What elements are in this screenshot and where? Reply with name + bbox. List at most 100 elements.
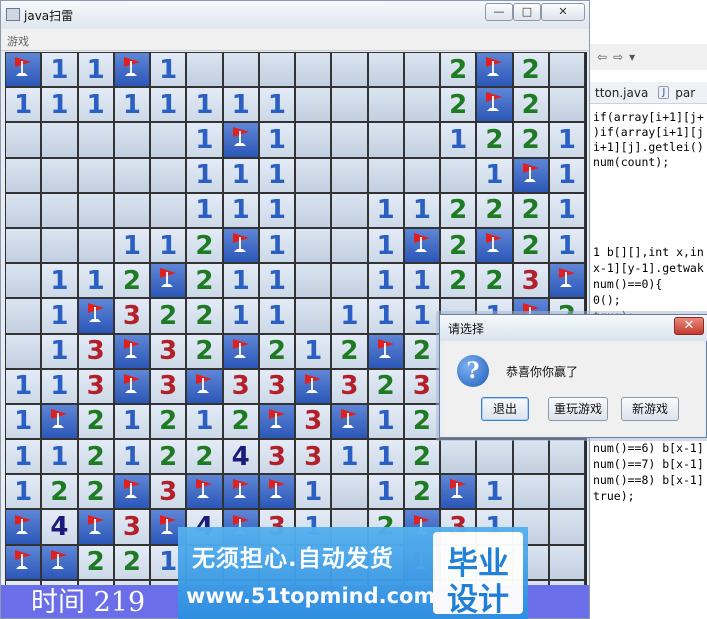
cell-flagged[interactable] — [186, 474, 223, 510]
cell-flagged[interactable] — [331, 403, 368, 440]
cell-number[interactable]: 3 — [258, 439, 295, 475]
cell-empty[interactable] — [548, 52, 585, 88]
cell-empty[interactable] — [77, 227, 114, 264]
cell-number[interactable]: 2 — [77, 544, 114, 580]
cell-number[interactable]: 1 — [548, 227, 585, 264]
cell-number[interactable]: 1 — [41, 298, 78, 334]
cell-number[interactable]: 1 — [222, 87, 259, 123]
cell-number[interactable]: 2 — [186, 263, 223, 299]
cell-empty[interactable] — [5, 227, 42, 264]
cell-number[interactable]: 1 — [5, 403, 42, 440]
cell-number[interactable]: 3 — [113, 298, 150, 334]
cell-empty[interactable] — [150, 122, 187, 158]
cell-number[interactable]: 1 — [41, 439, 78, 475]
cell-flagged[interactable] — [5, 509, 42, 545]
cell-number[interactable]: 1 — [548, 157, 585, 193]
cell-empty[interactable] — [367, 87, 404, 123]
cell-empty[interactable] — [512, 439, 549, 475]
cell-empty[interactable] — [5, 192, 42, 228]
cell-number[interactable]: 2 — [512, 87, 549, 123]
cell-empty[interactable] — [150, 192, 187, 228]
cell-number[interactable]: 3 — [150, 474, 187, 510]
cell-empty[interactable] — [331, 474, 368, 510]
cell-empty[interactable] — [476, 439, 513, 475]
cell-empty[interactable] — [331, 192, 368, 228]
cell-number[interactable]: 2 — [113, 263, 150, 299]
cell-empty[interactable] — [548, 509, 585, 545]
cell-number[interactable]: 1 — [548, 192, 585, 228]
cell-number[interactable]: 1 — [150, 52, 187, 88]
cell-empty[interactable] — [41, 227, 78, 264]
cell-flagged[interactable] — [41, 544, 78, 580]
cell-number[interactable]: 1 — [367, 403, 404, 440]
cell-number[interactable]: 1 — [41, 263, 78, 299]
cell-number[interactable]: 3 — [295, 439, 332, 475]
cell-number[interactable]: 2 — [331, 333, 368, 369]
cell-number[interactable]: 1 — [5, 474, 42, 510]
cell-flagged[interactable] — [41, 403, 78, 440]
cell-number[interactable]: 2 — [222, 403, 259, 440]
cell-number[interactable]: 3 — [295, 403, 332, 440]
cell-number[interactable]: 2 — [41, 474, 78, 510]
cell-number[interactable]: 1 — [258, 192, 295, 228]
cell-number[interactable]: 3 — [403, 368, 440, 404]
cell-flagged[interactable] — [150, 263, 187, 299]
cell-empty[interactable] — [367, 157, 404, 193]
cell-number[interactable]: 2 — [512, 122, 549, 158]
cell-empty[interactable] — [548, 474, 585, 510]
cell-number[interactable]: 3 — [258, 368, 295, 404]
cell-empty[interactable] — [113, 192, 150, 228]
cell-number[interactable]: 3 — [150, 333, 187, 369]
cell-empty[interactable] — [186, 52, 223, 88]
cell-number[interactable]: 2 — [113, 544, 150, 580]
cell-empty[interactable] — [41, 157, 78, 193]
cell-empty[interactable] — [403, 157, 440, 193]
cell-number[interactable]: 1 — [258, 87, 295, 123]
cell-number[interactable]: 2 — [440, 192, 477, 228]
cell-number[interactable]: 1 — [222, 157, 259, 193]
cell-flagged[interactable] — [113, 52, 150, 88]
cell-number[interactable]: 1 — [186, 157, 223, 193]
cell-number[interactable]: 1 — [367, 192, 404, 228]
cell-number[interactable]: 2 — [512, 227, 549, 264]
dialog-close-button[interactable]: ✕ — [674, 317, 704, 335]
cell-number[interactable]: 1 — [222, 263, 259, 299]
cell-flagged[interactable] — [113, 474, 150, 510]
cell-number[interactable]: 2 — [440, 227, 477, 264]
cell-empty[interactable] — [222, 52, 259, 88]
cell-number[interactable]: 1 — [77, 263, 114, 299]
cell-empty[interactable] — [331, 157, 368, 193]
cell-empty[interactable] — [295, 263, 332, 299]
cell-empty[interactable] — [331, 263, 368, 299]
cell-number[interactable]: 1 — [258, 298, 295, 334]
cell-empty[interactable] — [440, 439, 477, 475]
cell-number[interactable]: 3 — [77, 368, 114, 404]
cell-empty[interactable] — [295, 227, 332, 264]
cell-number[interactable]: 2 — [258, 333, 295, 369]
cell-empty[interactable] — [331, 227, 368, 264]
cell-number[interactable]: 1 — [258, 122, 295, 158]
cell-number[interactable]: 1 — [41, 52, 78, 88]
cell-flagged[interactable] — [5, 544, 42, 580]
cell-number[interactable]: 3 — [113, 509, 150, 545]
cell-number[interactable]: 2 — [476, 122, 513, 158]
cell-empty[interactable] — [41, 122, 78, 158]
cell-flagged[interactable] — [367, 333, 404, 369]
cell-number[interactable]: 1 — [403, 192, 440, 228]
ide-tab-button-java[interactable]: tton.java — [589, 86, 654, 100]
cell-number[interactable]: 1 — [367, 439, 404, 475]
cell-flagged[interactable] — [222, 474, 259, 510]
dropdown-icon[interactable]: ▾ — [629, 50, 635, 64]
cell-number[interactable]: 1 — [367, 298, 404, 334]
cell-number[interactable]: 1 — [295, 333, 332, 369]
cell-number[interactable]: 2 — [77, 439, 114, 475]
cell-flagged[interactable] — [295, 368, 332, 404]
cell-empty[interactable] — [295, 52, 332, 88]
cell-number[interactable]: 1 — [331, 439, 368, 475]
cell-number[interactable]: 1 — [258, 227, 295, 264]
cell-flagged[interactable] — [186, 368, 223, 404]
cell-number[interactable]: 1 — [77, 87, 114, 123]
cell-empty[interactable] — [331, 122, 368, 158]
cell-empty[interactable] — [548, 87, 585, 123]
cell-empty[interactable] — [77, 122, 114, 158]
